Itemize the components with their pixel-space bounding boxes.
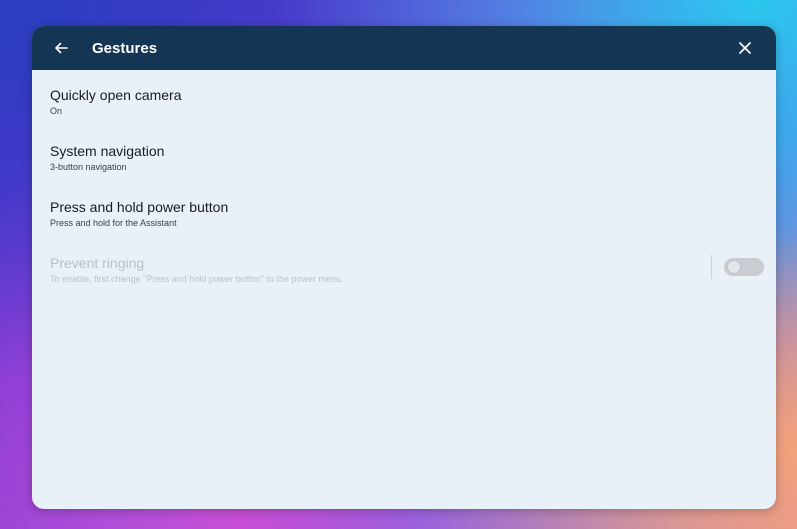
toggle-knob (727, 260, 741, 274)
item-summary: On (50, 106, 63, 116)
item-summary: 3-button navigation (50, 162, 127, 172)
system-navigation-item[interactable]: System navigation 3-button navigation (32, 138, 776, 194)
prevent-ringing-toggle[interactable] (724, 258, 764, 276)
arrow-left-icon (55, 42, 68, 54)
quickly-open-camera-item[interactable]: Quickly open camera On (32, 82, 776, 138)
press-and-hold-power-button-item[interactable]: Press and hold power button Press and ho… (32, 194, 776, 250)
back-button[interactable] (52, 39, 70, 57)
gestures-list: Quickly open camera On System navigation… (32, 70, 776, 306)
item-summary: To enable, first change "Press and hold … (50, 274, 344, 284)
item-title: Quickly open camera (50, 87, 182, 103)
item-summary: Press and hold for the Assistant (50, 218, 177, 228)
page-title: Gestures (92, 39, 158, 57)
gestures-dialog: Gestures Quickly open camera On System n… (32, 26, 776, 509)
prevent-ringing-item: Prevent ringing To enable, first change … (32, 250, 776, 306)
item-title: Prevent ringing (50, 255, 145, 271)
close-button[interactable] (736, 39, 754, 57)
item-title: System navigation (50, 143, 165, 159)
vertical-divider (711, 255, 712, 279)
title-bar: Gestures (32, 26, 776, 70)
item-title: Press and hold power button (50, 199, 229, 215)
close-icon (739, 42, 751, 54)
